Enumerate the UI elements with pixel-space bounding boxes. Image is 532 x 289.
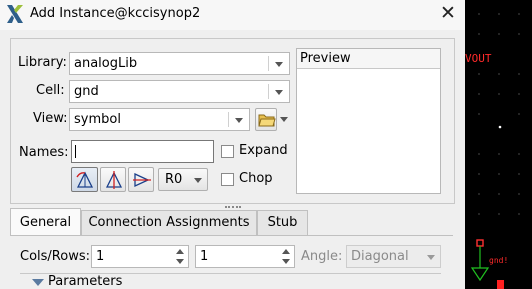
preview-title: Preview bbox=[300, 51, 351, 66]
close-icon[interactable]: ✕ bbox=[440, 3, 456, 23]
chop-label: Chop bbox=[239, 171, 273, 186]
view-value: symbol bbox=[74, 112, 121, 127]
cols-spinbox[interactable]: 1 bbox=[91, 245, 189, 268]
expand-checkbox[interactable] bbox=[221, 145, 234, 158]
rotation-select[interactable]: R0 bbox=[158, 168, 208, 191]
library-label: Library: bbox=[18, 55, 67, 70]
chevron-down-icon[interactable] bbox=[269, 53, 289, 74]
rotation-value: R0 bbox=[165, 172, 183, 187]
browse-button[interactable] bbox=[255, 108, 277, 131]
chevron-down-icon bbox=[280, 117, 288, 122]
rows-spinbox[interactable]: 1 bbox=[195, 245, 295, 268]
parameters-label: Parameters bbox=[48, 274, 123, 289]
angle-combo[interactable]: Diagonal bbox=[346, 245, 441, 268]
canvas-cursor-dot bbox=[498, 125, 502, 129]
cell-label: Cell: bbox=[36, 83, 65, 98]
rows-value: 1 bbox=[200, 249, 209, 264]
angle-label: Angle: bbox=[301, 249, 343, 264]
names-input[interactable] bbox=[71, 140, 214, 163]
tab-connection-assignments[interactable]: Connection Assignments bbox=[81, 210, 257, 235]
parameters-section[interactable]: Parameters bbox=[20, 273, 441, 289]
chevron-down-icon bbox=[194, 178, 202, 183]
cell-combo[interactable]: gnd bbox=[69, 80, 290, 103]
library-combo[interactable]: analogLib bbox=[69, 52, 290, 75]
mirror-upside-down-icon bbox=[133, 172, 151, 188]
cols-value: 1 bbox=[96, 249, 105, 264]
view-combo[interactable]: symbol bbox=[69, 108, 250, 131]
splitter-handle[interactable] bbox=[223, 205, 243, 209]
angle-value: Diagonal bbox=[351, 249, 409, 264]
library-value: analogLib bbox=[74, 56, 138, 71]
app-x-icon bbox=[7, 5, 23, 23]
preview-header: Preview bbox=[297, 49, 440, 69]
add-instance-dialog: Add Instance@kccisynop2 ✕ Library: analo… bbox=[0, 0, 465, 289]
chevron-down-icon bbox=[427, 255, 435, 260]
window-title: Add Instance@kccisynop2 bbox=[30, 6, 201, 21]
upside-down-button[interactable] bbox=[128, 167, 154, 192]
chevron-down-icon[interactable] bbox=[176, 259, 184, 264]
expand-label: Expand bbox=[239, 143, 288, 158]
sideways-button[interactable] bbox=[100, 167, 126, 192]
browse-menu-arrow[interactable] bbox=[278, 108, 290, 131]
view-label: View: bbox=[33, 111, 68, 126]
tab-stub[interactable]: Stub bbox=[257, 210, 308, 235]
schematic-canvas[interactable]: VOUT gnd! bbox=[465, 0, 532, 289]
cols-rows-label: Cols/Rows: bbox=[20, 249, 90, 264]
chevron-up-icon[interactable] bbox=[282, 249, 290, 254]
chevron-down-icon[interactable] bbox=[282, 259, 290, 264]
rotate-button[interactable] bbox=[71, 167, 98, 192]
rotate-icon bbox=[76, 171, 94, 188]
gnd-label: gnd! bbox=[489, 256, 509, 265]
chevron-up-icon[interactable] bbox=[176, 249, 184, 254]
chevron-down-icon[interactable] bbox=[269, 81, 289, 102]
net-label-vout: VOUT bbox=[465, 52, 492, 65]
tab-general[interactable]: General bbox=[10, 208, 81, 236]
chop-checkbox[interactable] bbox=[221, 173, 234, 186]
triangle-down-icon bbox=[32, 279, 44, 286]
preview-panel: Preview bbox=[296, 48, 441, 194]
folder-icon bbox=[258, 114, 276, 127]
text-cursor bbox=[75, 145, 76, 158]
cell-value: gnd bbox=[74, 84, 99, 99]
mirror-sideways-icon bbox=[105, 171, 123, 189]
chevron-down-icon[interactable] bbox=[229, 109, 249, 130]
title-bar[interactable]: Add Instance@kccisynop2 ✕ bbox=[0, 0, 465, 30]
names-label: Names: bbox=[19, 145, 69, 160]
